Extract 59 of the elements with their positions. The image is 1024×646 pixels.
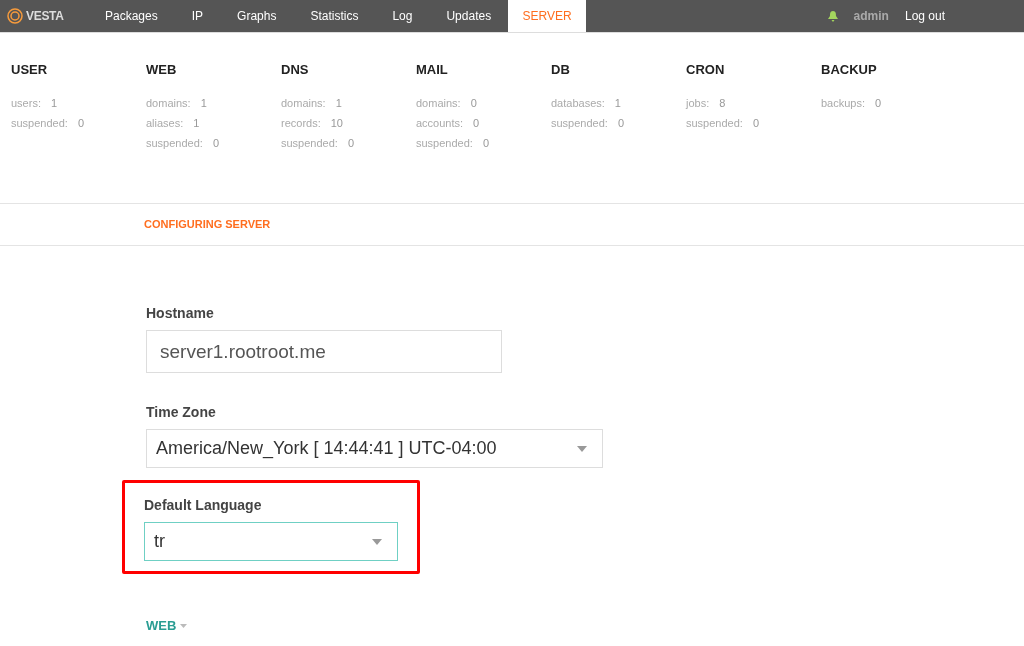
stat-value: 1 [200,96,207,112]
stat-value: 0 [875,96,882,112]
stat-value: 1 [50,96,58,112]
caret-icon [180,623,188,628]
stat-label: users: [11,96,41,112]
stat-label: records: [281,116,321,132]
field-label: Default Language [144,496,263,515]
stat-label: backups: [821,96,866,112]
stat-value: 1 [335,96,342,112]
select-field[interactable]: tr [144,522,398,561]
stat-label: suspended: [416,136,473,152]
stat-heading: CRON [686,61,726,79]
stat-label: suspended: [551,116,608,132]
stat-label: accounts: [416,116,464,132]
stat-heading: MAIL [416,61,449,79]
stat-value: 1 [614,96,621,112]
stat-heading: DNS [281,61,310,79]
stat-heading: DB [551,61,571,79]
stat-value: 0 [752,116,759,132]
hostname-field[interactable]: server1.rootroot.me [146,330,502,373]
stat-value: 1 [193,116,200,132]
stat-value: 0 [470,96,477,112]
stat-heading: USER [11,61,49,79]
stat-value: 0 [473,116,480,132]
stat-label: jobs: [686,96,710,112]
nav-tab[interactable]: Updates [429,0,509,32]
select-field[interactable]: America/New_York [ 14:44:41 ] UTC-04:00 [146,429,603,468]
stat-value: 0 [482,136,489,152]
logout-link[interactable]: Log out [904,7,945,25]
stat-label: domains: [416,96,461,112]
nav-tab[interactable]: Log [375,0,430,32]
field-label: Time Zone [146,403,217,422]
nav-tab[interactable]: Graphs [220,0,294,32]
logo-icon [7,8,23,24]
dropdown-caret-icon [577,445,587,452]
stat-label: domains: [146,96,191,112]
stat-heading: BACKUP [821,61,878,79]
nav-tab[interactable]: Packages [88,0,175,32]
stat-label: databases: [551,96,605,112]
dropdown-caret-icon [372,538,382,545]
stat-value: 0 [212,136,219,152]
nav-tab[interactable]: IP [174,0,221,32]
stat-label: aliases: [146,116,184,132]
stat-value: 0 [347,136,354,152]
stat-label: suspended: [146,136,203,152]
stat-value: 8 [719,96,726,112]
stat-heading: WEB [146,61,178,79]
bell-icon[interactable] [827,10,838,22]
stat-value: 0 [617,116,624,132]
logo-text: VESTA [26,8,64,25]
stat-label: suspended: [11,116,68,132]
stat-label: domains: [281,96,326,112]
stat-label: suspended: [281,136,338,152]
stat-value: 10 [330,116,343,132]
stat-label: suspended: [686,116,743,132]
field-label: Hostname [146,304,215,323]
stat-value: 0 [77,116,84,132]
nav-tab[interactable]: Statistics [293,0,376,32]
section-title: CONFIGURING SERVER [144,217,271,233]
